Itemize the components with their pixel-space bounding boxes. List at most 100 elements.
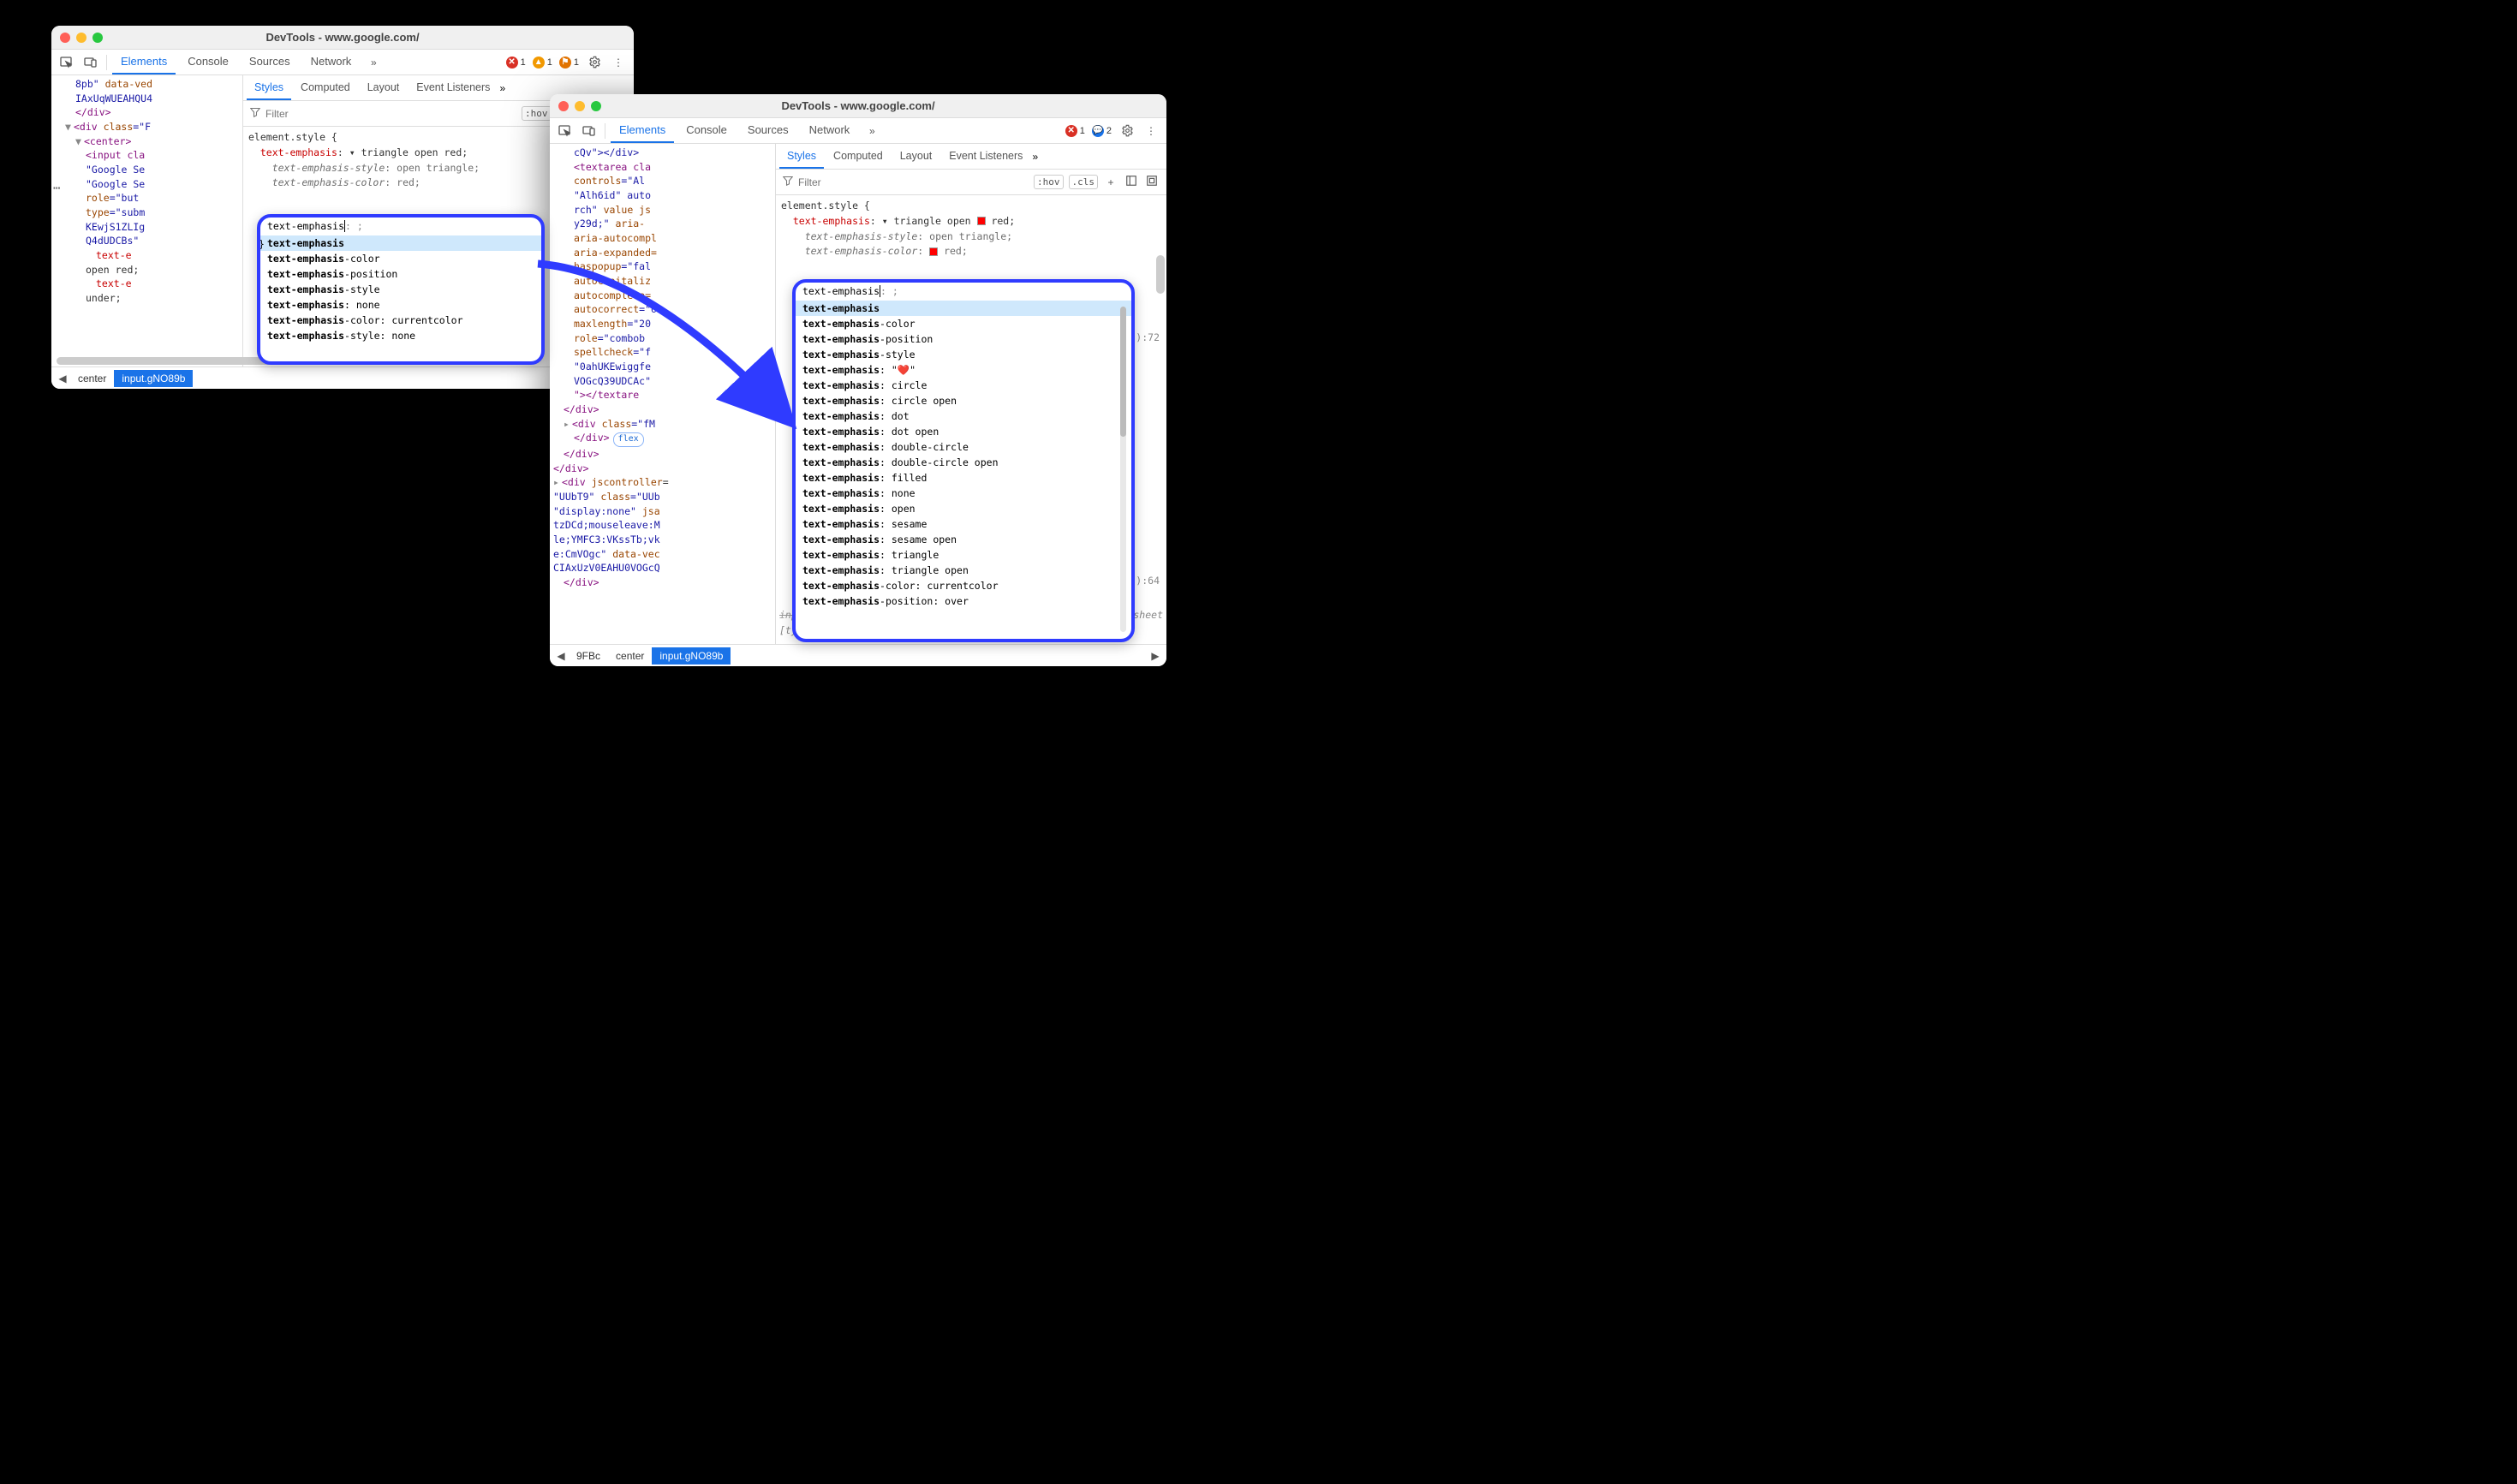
flex-badge[interactable]: flex	[613, 432, 644, 447]
autocomplete-item[interactable]: text-emphasis: circle	[796, 378, 1131, 393]
more-subtabs-icon[interactable]: »	[499, 82, 505, 94]
css-edit-input[interactable]: text-emphasis: ;	[260, 218, 541, 235]
autocomplete-item[interactable]: text-emphasis-style: none	[260, 328, 541, 343]
autocomplete-item[interactable]: text-emphasis: triangle	[796, 547, 1131, 563]
autocomplete-list[interactable]: text-emphasistext-emphasis-colortext-emp…	[260, 235, 541, 343]
error-badge[interactable]: ✕1	[1064, 125, 1087, 137]
autocomplete-item[interactable]: text-emphasis-color: currentcolor	[796, 578, 1131, 593]
autocomplete-item[interactable]: text-emphasis: sesame open	[796, 532, 1131, 547]
autocomplete-item[interactable]: text-emphasis-position	[260, 266, 541, 282]
autocomplete-item[interactable]: text-emphasis: "❤️"	[796, 362, 1131, 378]
kebab-icon[interactable]: ⋮	[608, 52, 629, 73]
close-icon[interactable]	[60, 33, 70, 43]
tab-elements[interactable]: Elements	[112, 50, 176, 74]
tab-elements[interactable]: Elements	[611, 118, 674, 143]
autocomplete-item[interactable]: text-emphasis: dot open	[796, 424, 1131, 439]
settings-icon[interactable]	[584, 52, 605, 73]
autocomplete-list[interactable]: text-emphasistext-emphasis-colortext-emp…	[796, 301, 1131, 635]
dom-tree[interactable]: cQv"></div> <textarea cla controls="Al "…	[550, 144, 776, 644]
new-rule-icon[interactable]: +	[1103, 176, 1118, 188]
autocomplete-item[interactable]: text-emphasis-style	[796, 347, 1131, 362]
close-icon[interactable]	[558, 101, 569, 111]
css-edit-input[interactable]: text-emphasis: ;	[796, 283, 1131, 301]
autocomplete-item[interactable]: text-emphasis: none	[796, 486, 1131, 501]
autocomplete-item[interactable]: text-emphasis-color	[260, 251, 541, 266]
titlebar[interactable]: DevTools - www.google.com/	[51, 26, 634, 50]
maximize-icon[interactable]	[92, 33, 103, 43]
breadcrumb-item[interactable]: center	[608, 647, 652, 665]
color-swatch[interactable]	[977, 217, 986, 225]
autocomplete-item[interactable]: text-emphasis: sesame	[796, 516, 1131, 532]
minimize-icon[interactable]	[76, 33, 86, 43]
color-swatch[interactable]	[929, 247, 938, 256]
tab-network[interactable]: Network	[302, 50, 361, 74]
autocomplete-item[interactable]: text-emphasis: double-circle	[796, 439, 1131, 455]
breadcrumb-item[interactable]: 9FBc	[569, 647, 608, 665]
hov-toggle[interactable]: :hov	[522, 106, 552, 121]
filter-input[interactable]	[798, 176, 1029, 188]
breadcrumb-right-icon[interactable]: ▶	[1148, 650, 1163, 662]
tab-sources[interactable]: Sources	[241, 50, 299, 74]
styles-overview-icon[interactable]	[1124, 175, 1139, 189]
device-toggle-icon[interactable]	[579, 121, 599, 141]
autocomplete-item[interactable]: text-emphasis: filled	[796, 470, 1131, 486]
breadcrumb-item-active[interactable]: input.gNO89b	[652, 647, 731, 665]
breadcrumb-item-active[interactable]: input.gNO89b	[114, 370, 193, 387]
device-toggle-icon[interactable]	[81, 52, 101, 73]
scrollbar-horizontal[interactable]	[57, 357, 243, 365]
subtab-event-listeners[interactable]: Event Listeners	[941, 145, 1030, 169]
autocomplete-item[interactable]: text-emphasis-position	[796, 331, 1131, 347]
autocomplete-item[interactable]: text-emphasis: double-circle open	[796, 455, 1131, 470]
autocomplete-item[interactable]: text-emphasis: none	[260, 297, 541, 313]
more-subtabs-icon[interactable]: »	[1032, 151, 1038, 163]
autocomplete-popup-after: text-emphasis: ; text-emphasistext-empha…	[792, 279, 1135, 642]
autocomplete-item[interactable]: text-emphasis: dot	[796, 408, 1131, 424]
tab-console[interactable]: Console	[677, 118, 736, 143]
more-tabs-icon[interactable]: »	[862, 121, 882, 141]
dom-tree[interactable]: 8pb" data-ved IAxUqWUEAHQU4 </div> ▼<div…	[51, 75, 243, 367]
subtab-layout[interactable]: Layout	[892, 145, 940, 169]
computed-toggle-icon[interactable]	[1144, 175, 1160, 189]
autocomplete-item[interactable]: text-emphasis-color: currentcolor	[260, 313, 541, 328]
scrollbar-vertical[interactable]	[1120, 307, 1126, 632]
autocomplete-item[interactable]: text-emphasis-color	[796, 316, 1131, 331]
cls-toggle[interactable]: .cls	[1069, 175, 1099, 189]
breadcrumb-item[interactable]: center	[70, 370, 114, 387]
subtab-styles[interactable]: Styles	[247, 76, 291, 100]
subtab-computed[interactable]: Computed	[293, 76, 358, 100]
message-badge[interactable]: 💬2	[1090, 125, 1113, 137]
tab-console[interactable]: Console	[179, 50, 237, 74]
scrollbar-vertical[interactable]	[1156, 255, 1165, 618]
more-tabs-icon[interactable]: »	[363, 52, 384, 73]
titlebar[interactable]: DevTools - www.google.com/	[550, 94, 1166, 118]
autocomplete-item[interactable]: text-emphasis	[796, 301, 1131, 316]
inspect-icon[interactable]	[57, 52, 77, 73]
subtab-layout[interactable]: Layout	[360, 76, 408, 100]
hov-toggle[interactable]: :hov	[1034, 175, 1064, 189]
issue-badge[interactable]: ⚑1	[558, 57, 581, 69]
autocomplete-item[interactable]: text-emphasis: open	[796, 501, 1131, 516]
subtab-event-listeners[interactable]: Event Listeners	[409, 76, 498, 100]
inspect-icon[interactable]	[555, 121, 576, 141]
breadcrumb-left-icon[interactable]: ◀	[55, 372, 70, 384]
autocomplete-item[interactable]: text-emphasis: circle open	[796, 393, 1131, 408]
autocomplete-item[interactable]: text-emphasis-position: over	[796, 593, 1131, 609]
filter-input[interactable]	[265, 108, 516, 120]
subtab-styles[interactable]: Styles	[779, 145, 824, 169]
breadcrumb: ◀ center input.gNO89b ▶	[51, 367, 634, 389]
minimize-icon[interactable]	[575, 101, 585, 111]
tab-sources[interactable]: Sources	[739, 118, 797, 143]
maximize-icon[interactable]	[591, 101, 601, 111]
ellipsis-icon[interactable]: ⋯	[53, 180, 60, 197]
tab-network[interactable]: Network	[801, 118, 859, 143]
kebab-icon[interactable]: ⋮	[1141, 121, 1161, 141]
autocomplete-item[interactable]: text-emphasis-style	[260, 282, 541, 297]
traffic-lights	[558, 101, 601, 111]
settings-icon[interactable]	[1117, 121, 1137, 141]
warning-badge[interactable]: ▲1	[531, 57, 554, 69]
autocomplete-item[interactable]: text-emphasis: triangle open	[796, 563, 1131, 578]
autocomplete-item[interactable]: text-emphasis	[260, 235, 541, 251]
subtab-computed[interactable]: Computed	[826, 145, 891, 169]
error-badge[interactable]: ✕1	[504, 57, 528, 69]
breadcrumb-left-icon[interactable]: ◀	[553, 650, 569, 662]
